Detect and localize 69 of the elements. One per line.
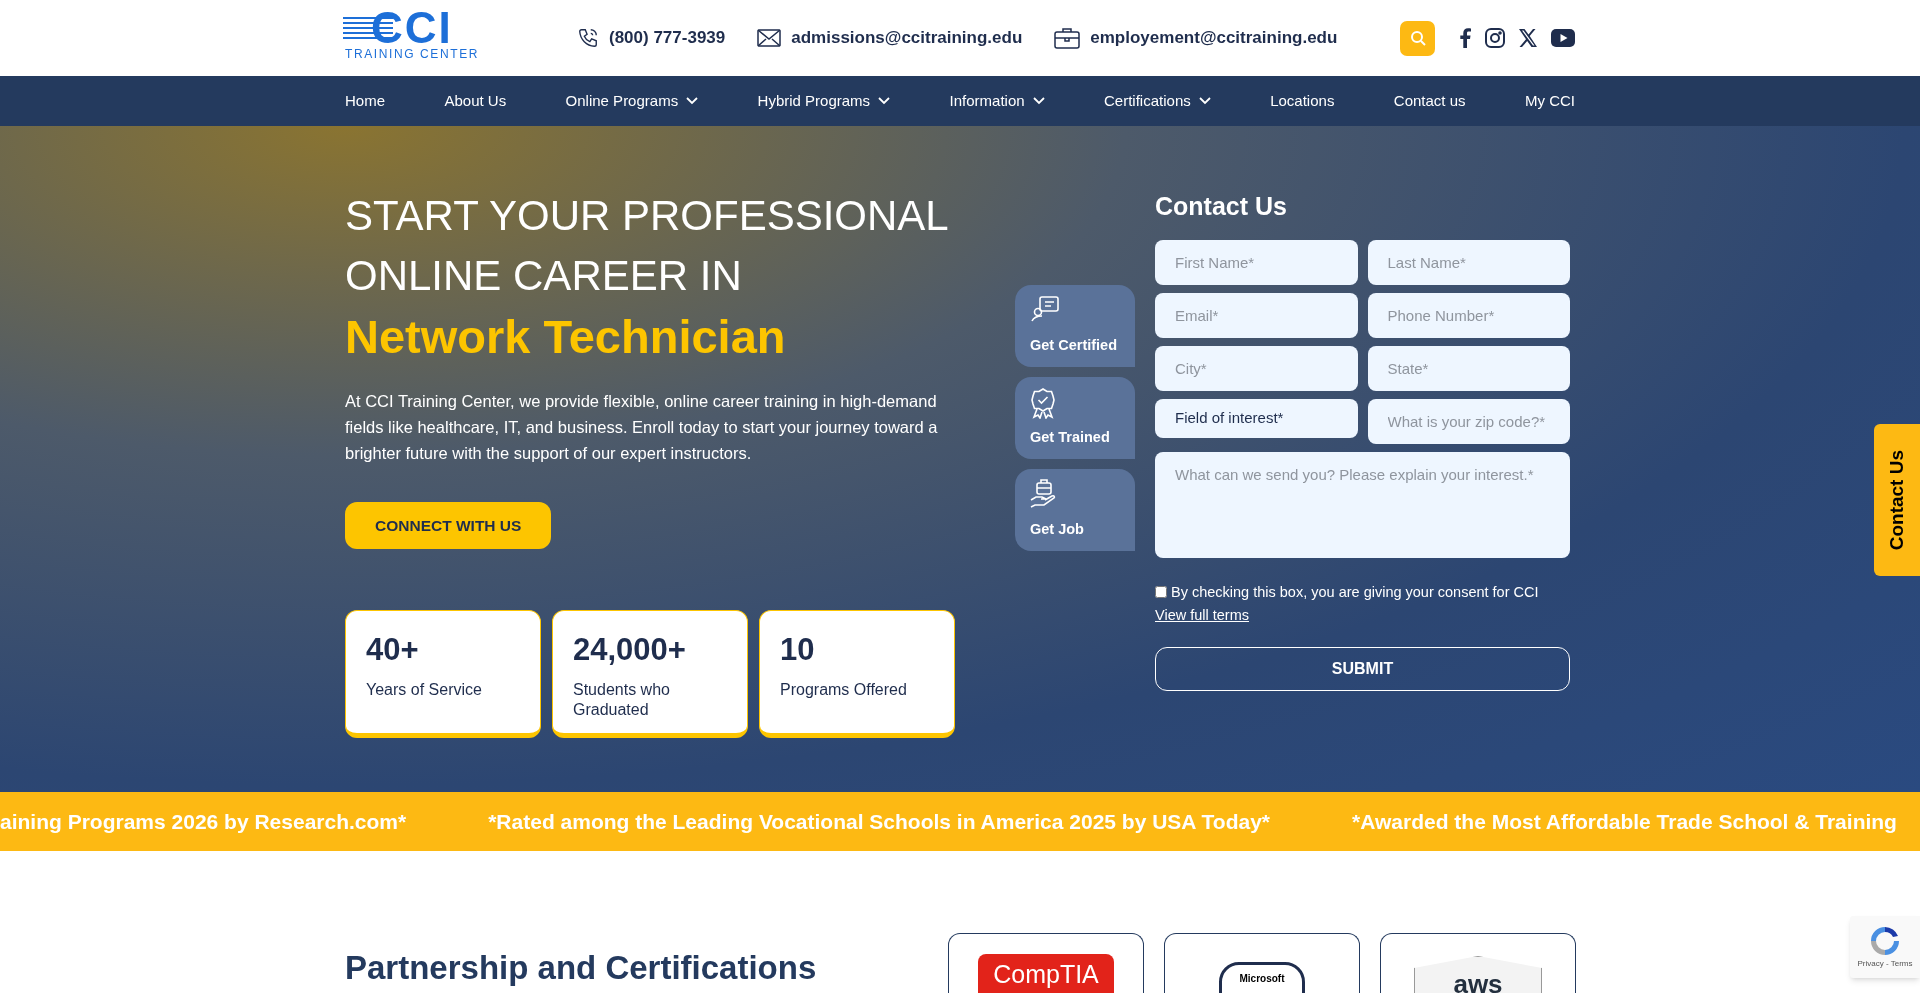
stat-value: 40+	[366, 631, 420, 669]
nav-link[interactable]: Home	[345, 89, 385, 113]
phone-icon	[577, 27, 599, 49]
microsoft-badge: Microsoft	[1219, 962, 1305, 993]
ticker-text: *Rated among the Leading Vocational Schools in America 2025 by USA Today*	[488, 808, 1271, 835]
hero-heading: ONLINE CAREER IN	[345, 251, 743, 301]
chevron-down-icon	[686, 97, 699, 105]
step-label: Get Certified	[1030, 336, 1118, 356]
nav-link[interactable]: About Us	[444, 89, 507, 113]
email-link[interactable]: admissions@ccitraining.edu	[791, 25, 1023, 51]
hand-with-box-icon	[1030, 479, 1058, 509]
nav-link[interactable]: Hybrid Programs	[757, 89, 891, 113]
input-field[interactable]: Last Name*	[1367, 239, 1570, 285]
chevron-down-icon	[1198, 97, 1211, 105]
chevron-down-icon	[878, 97, 891, 105]
logo-tagline: TRAINING CENTER	[345, 46, 479, 63]
nav-link[interactable]: My CCI	[1525, 89, 1575, 113]
form-title: Contact Us	[1155, 191, 1288, 222]
step-card[interactable]: Get Trained	[1015, 377, 1135, 459]
chevron-down-icon	[1032, 97, 1045, 105]
input-field[interactable]: First Name*	[1155, 239, 1358, 285]
step-label: Get Trained	[1030, 428, 1111, 448]
input-field[interactable]: Phone Number*	[1367, 292, 1570, 338]
award-badge-icon	[1030, 387, 1056, 419]
nav-link[interactable]: Locations	[1270, 89, 1335, 113]
consent-checkbox[interactable]	[1155, 586, 1167, 599]
hero-highlight: Network Technician	[345, 309, 787, 365]
stat-value: 24,000+	[573, 631, 687, 669]
x-icon[interactable]	[1519, 29, 1537, 47]
nav-link[interactable]: Certifications	[1104, 89, 1211, 113]
certificate-icon	[1030, 295, 1060, 323]
ticker-text: *Awarded the Most Affordable Trade School & Training	[1352, 808, 1897, 835]
step-label: Get Job	[1030, 520, 1085, 540]
stat-label: Years of Service	[366, 679, 483, 700]
search-icon	[1409, 30, 1426, 46]
hero-description: At CCI Training Center, we provide flexible, online career training in high-demand fields like healthcare, IT, and business. Enroll today to start your journey toward a brighter future with the support of our expert instructors.	[345, 391, 939, 464]
contact-us-side-tab[interactable]: Contact Us	[1874, 424, 1920, 576]
submit-button[interactable]: SUBMIT	[1155, 647, 1570, 691]
briefcase-icon	[1054, 27, 1081, 49]
facebook-icon[interactable]	[1459, 28, 1471, 48]
instagram-icon[interactable]	[1485, 28, 1505, 48]
ticker-text: aining Programs 2026 by Research.com*	[0, 808, 407, 835]
input-field[interactable]: City*	[1155, 345, 1358, 391]
section-title: Partnership and Certifications	[345, 948, 818, 988]
email-link[interactable]: employement@ccitraining.edu	[1090, 25, 1338, 51]
recaptcha-icon	[1868, 924, 1902, 958]
comptia-logo: CompTIA	[978, 954, 1114, 993]
aws-badge: aws	[1414, 956, 1542, 993]
nav-link[interactable]: Contact us	[1393, 89, 1466, 113]
recaptcha-links[interactable]: Privacy - Terms	[1857, 958, 1913, 970]
terms-link[interactable]: View full terms	[1155, 605, 1249, 627]
nav-link[interactable]: Online Programs	[565, 89, 699, 113]
nav-link[interactable]: Information	[949, 89, 1045, 113]
hero-heading: START YOUR PROFESSIONAL	[345, 191, 950, 241]
step-card[interactable]: Get Job	[1015, 469, 1135, 551]
phone-number-link[interactable]: (800) 777-3939	[609, 25, 726, 51]
stat-value: 10	[780, 631, 816, 669]
mail-icon	[757, 29, 782, 47]
input-field[interactable]: Email*	[1155, 292, 1358, 338]
message-field[interactable]: What can we send you? Please explain your interest.*	[1155, 451, 1570, 558]
youtube-icon[interactable]	[1551, 29, 1575, 47]
select-field[interactable]: Field of interest*	[1155, 398, 1358, 438]
input-field[interactable]: What is your zip code?*	[1367, 398, 1570, 444]
input-field[interactable]: State*	[1367, 345, 1570, 391]
stat-label: Students who Graduated	[573, 679, 671, 720]
connect-button[interactable]: CONNECT WITH US	[345, 502, 552, 549]
stat-label: Programs Offered	[780, 679, 908, 700]
step-card[interactable]: Get Certified	[1015, 285, 1135, 367]
consent-text: By checking this box, you are giving your consent for CCI	[1171, 582, 1539, 602]
